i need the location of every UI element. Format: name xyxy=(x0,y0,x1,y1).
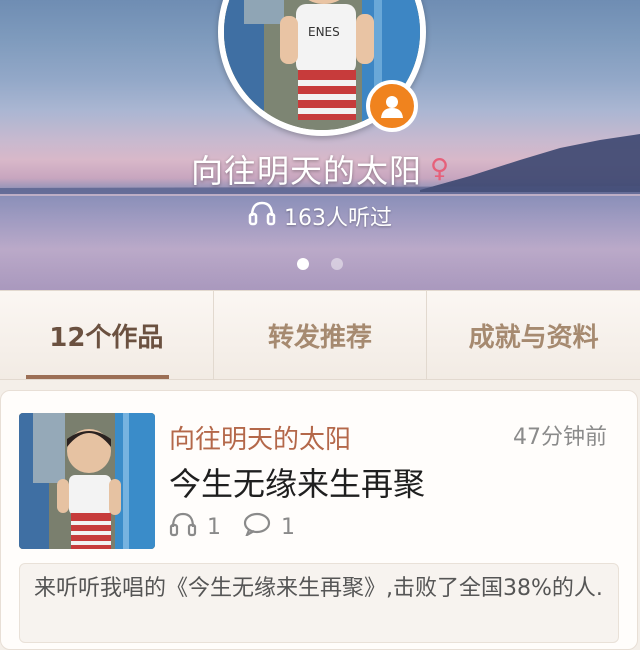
tab-active-underline xyxy=(26,375,169,379)
page-dot-1[interactable] xyxy=(297,258,309,270)
tab-works[interactable]: 12个作品 xyxy=(0,291,213,379)
post-song-title[interactable]: 今生无缘来生再聚 xyxy=(169,459,425,505)
post-thumbnail[interactable] xyxy=(19,413,155,549)
tab-reposts[interactable]: 转发推荐 xyxy=(212,291,427,379)
comment-count: 1 xyxy=(281,514,295,540)
tab-reposts-label: 转发推荐 xyxy=(268,322,373,353)
tab-achievements[interactable]: 成就与资料 xyxy=(426,291,640,379)
profile-header: ENES 向往明天的太阳 ♀ 163人听过 xyxy=(0,0,640,290)
profile-tabs: 12个作品 转发推荐 成就与资料 xyxy=(0,290,640,380)
profile-name: 向往明天的太阳 xyxy=(190,152,422,190)
listen-count: 163人听过 xyxy=(284,206,392,231)
comment-icon[interactable] xyxy=(243,512,271,542)
post-description: 来听听我唱的《今生无缘来生再聚》,击败了全国38%的人. xyxy=(19,563,619,643)
post-stats: 1 1 xyxy=(169,511,317,543)
listen-count: 1 xyxy=(207,514,221,540)
listen-count-row: 163人听过 xyxy=(0,200,640,232)
post-author[interactable]: 向往明天的太阳 xyxy=(169,419,351,456)
headphone-icon xyxy=(169,511,197,543)
svg-text:ENES: ENES xyxy=(308,25,340,39)
page-indicator[interactable] xyxy=(0,258,640,270)
tab-works-label: 12个作品 xyxy=(49,322,164,353)
feed-post-card[interactable]: 向往明天的太阳 47分钟前 今生无缘来生再聚 1 1 来听听我唱的《今生无缘来生… xyxy=(0,390,638,650)
page-dot-2[interactable] xyxy=(331,258,343,270)
user-badge-icon[interactable] xyxy=(366,80,418,132)
post-timestamp: 47分钟前 xyxy=(513,425,607,450)
female-icon: ♀ xyxy=(429,154,450,184)
tab-achievements-label: 成就与资料 xyxy=(468,322,599,353)
headphone-icon xyxy=(248,200,276,232)
profile-name-row: 向往明天的太阳 ♀ xyxy=(0,146,640,192)
